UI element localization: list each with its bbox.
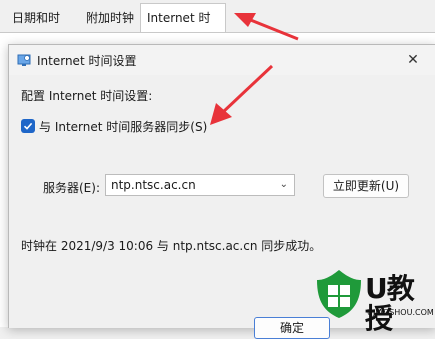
server-combobox[interactable]: ntp.ntsc.ac.cn ⌄	[105, 174, 295, 196]
server-label: 服务器(E):	[43, 181, 100, 195]
watermark: U教授 UJIAOSHOU.COM	[315, 268, 435, 334]
sync-label[interactable]: 与 Internet 时间服务器同步(S)	[39, 118, 207, 135]
watermark-url: UJIAOSHOU.COM	[367, 308, 434, 317]
title-bar: Internet 时间设置 ✕	[9, 45, 435, 75]
checkmark-icon	[23, 122, 33, 130]
tab-internet-time[interactable]: Internet 时间	[140, 3, 226, 53]
sync-checkbox[interactable]	[21, 119, 35, 133]
update-now-button[interactable]: 立即更新(U)	[323, 174, 409, 198]
section-label: 配置 Internet 时间设置:	[21, 89, 153, 103]
tab-strip: 日期和时间 附加时钟 Internet 时间	[0, 0, 435, 53]
close-button[interactable]: ✕	[390, 45, 435, 75]
tab-date-time[interactable]: 日期和时间	[6, 5, 76, 51]
tab-additional-clocks[interactable]: 附加时钟	[80, 5, 140, 32]
dialog-icon	[17, 54, 31, 66]
chevron-down-icon[interactable]: ⌄	[280, 179, 288, 190]
sync-status-text: 时钟在 2021/9/3 10:06 与 ntp.ntsc.ac.cn 同步成功…	[21, 239, 322, 253]
watermark-brand: U教授	[365, 272, 415, 335]
server-value[interactable]: ntp.ntsc.ac.cn	[111, 178, 196, 192]
brand-logo-icon	[317, 270, 361, 318]
dialog-title: Internet 时间设置	[37, 54, 137, 68]
